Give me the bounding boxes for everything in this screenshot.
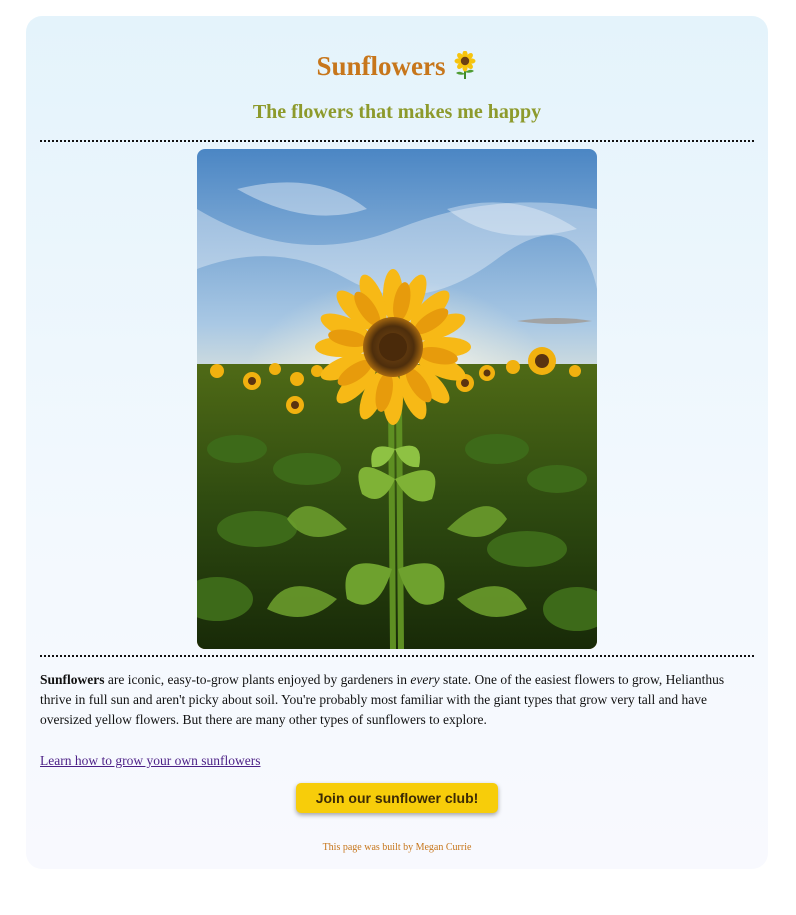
page-subtitle: The flowers that makes me happy: [252, 101, 542, 123]
page-title: Sunflowers: [26, 44, 768, 88]
page-title-text: Sunflowers: [316, 51, 446, 81]
sunflower-description: Sunflowers are iconic, easy-to-grow plan…: [40, 670, 740, 730]
description-text-1: are iconic, easy-to-grow plants enjoyed …: [104, 672, 411, 687]
sunflower-field-photo: [197, 149, 597, 649]
page-footer: This page was built by Megan Currie: [322, 842, 472, 853]
description-emphasis: every: [410, 672, 440, 687]
dotted-divider-top: [40, 140, 754, 142]
dotted-divider-bottom: [40, 655, 754, 657]
description-lead: Sunflowers: [40, 672, 105, 687]
content-card: Sunflowers The flowers that makes me hap…: [26, 16, 768, 869]
grow-sunflowers-link[interactable]: Learn how to grow your own sunflowers: [40, 750, 260, 772]
sunflower-icon: [452, 48, 478, 79]
join-club-button[interactable]: Join our sunflower club!: [296, 783, 498, 813]
